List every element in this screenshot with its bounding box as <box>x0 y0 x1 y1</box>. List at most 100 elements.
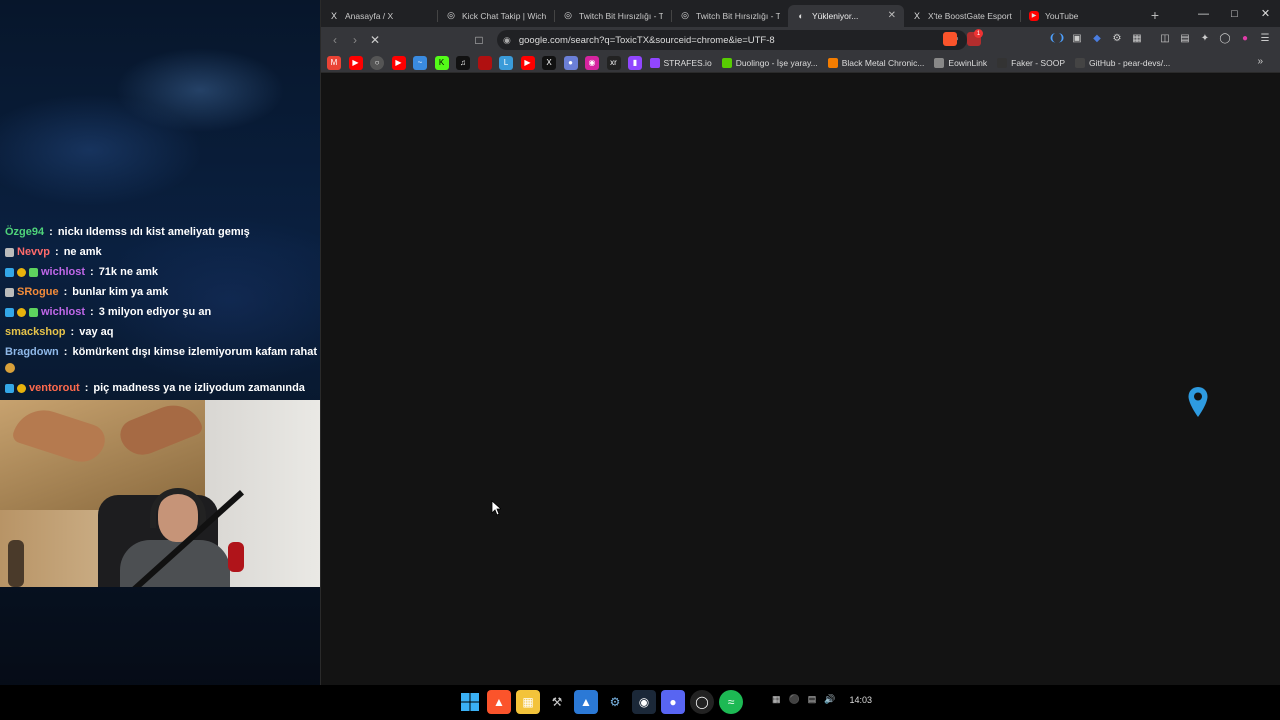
blue-badge-icon <box>5 383 14 393</box>
obs-icon[interactable]: ◯ <box>690 690 714 714</box>
chat-text: ne amk <box>63 246 102 258</box>
xr-bookmark-icon[interactable]: xr <box>606 55 621 70</box>
tab-2[interactable]: ◎ Kick Chat Takip | Wich <box>438 5 554 27</box>
vpn-icon[interactable]: ◯ <box>1217 30 1233 46</box>
bookmark-favicon-icon <box>649 57 660 68</box>
instagram-bookmark-icon[interactable]: ◉ <box>585 55 599 70</box>
photos-icon[interactable]: ▲ <box>574 690 598 714</box>
chat-text: vay aq <box>79 326 114 338</box>
bookmark-label: Faker - SOOP <box>1011 57 1065 68</box>
twitch-bookmark-icon[interactable]: ▮ <box>628 55 642 70</box>
more-bookmarks-icon[interactable]: » <box>1257 56 1263 67</box>
bookmark-icon[interactable]: □ <box>469 30 489 50</box>
bookmark-label: GitHub - pear-devs/... <box>1089 57 1171 68</box>
tab-5[interactable]: ◐ Yükleniyor... ✕ <box>788 4 904 27</box>
discord-icon[interactable]: ● <box>661 690 685 714</box>
profile-icon[interactable]: ● <box>1237 30 1253 46</box>
youtube-icon: ▶ <box>1029 10 1039 21</box>
tiktok-bookmark-icon[interactable]: ♫ <box>456 55 470 70</box>
toolbar: ‹ › ✕ □ ◉ google.com/search?q=ToxicTX&so… <box>321 27 1280 53</box>
network-icon[interactable]: ▤ <box>808 694 817 705</box>
bookmark-item[interactable]: STRAFES.io <box>649 57 712 68</box>
back-button[interactable]: ‹ <box>325 30 345 50</box>
tab-6[interactable]: X X'te BoostGate Esports <box>904 5 1020 27</box>
grid-badge-icon <box>29 307 38 317</box>
chat-message: Özge94: nickı ıldemss ıdı kist ameliyatı … <box>0 222 320 242</box>
webcam-feed <box>0 400 333 587</box>
new-tab-button[interactable]: + <box>1145 5 1165 25</box>
tools-icon[interactable]: ⚒ <box>545 690 569 714</box>
volume-icon[interactable]: 🔊 <box>824 694 835 705</box>
tab-title: Twitch Bit Hırsızlığı - Ta <box>579 10 663 21</box>
forward-button[interactable]: › <box>345 30 365 50</box>
tab-title: Anasayfa / X <box>345 10 394 21</box>
grid-extension-icon[interactable]: ▦ <box>1129 30 1145 46</box>
chat-message: Bragdown: kömürkent dışı kimse izlemiyoru… <box>0 342 320 362</box>
bookmark-item[interactable]: Black Metal Chronic... <box>827 57 925 68</box>
sidebar-icon[interactable]: ◫ <box>1157 30 1173 46</box>
address-bar[interactable]: ◉ google.com/search?q=ToxicTX&sourceid=c… <box>497 30 967 50</box>
minimize-button[interactable]: — <box>1188 0 1219 27</box>
chat-separator: : <box>90 306 94 318</box>
bookmarks-bar: M ▶ ○ ▶ ~ K ♫ L ▶ X ● ◉ xr ▮ STRAFES.io D… <box>321 53 1280 73</box>
chat-text: piç madness ya ne izliyodum zamanında <box>93 382 305 394</box>
close-window-button[interactable]: ✕ <box>1250 0 1280 27</box>
spotify-icon[interactable]: ≈ <box>719 690 743 714</box>
site-info-icon[interactable]: ◉ <box>503 35 511 46</box>
letterboxd-bookmark-icon[interactable]: L <box>499 55 513 70</box>
bookmark-item[interactable]: GitHub - pear-devs/... <box>1075 57 1171 68</box>
chat-emote-icon <box>0 362 320 378</box>
bookmark-item[interactable]: Duolingo - İşe yaray... <box>721 57 818 68</box>
tray-overflow-icon[interactable]: ▦ <box>772 694 781 705</box>
settings-app-icon[interactable]: ⚙ <box>603 690 627 714</box>
discord-bookmark-icon[interactable]: ● <box>563 55 578 70</box>
sound-wave-icon[interactable]: ❨❩ <box>1049 30 1066 46</box>
chat-username: wichlost <box>41 306 86 318</box>
tab-3[interactable]: ◎ Twitch Bit Hırsızlığı - Ta <box>555 5 671 27</box>
bookmark-item[interactable]: Faker - SOOP <box>997 57 1065 68</box>
tab-title: YouTube <box>1045 10 1079 21</box>
leo-ai-icon[interactable]: ✦ <box>1197 30 1213 46</box>
close-tab-icon[interactable]: ✕ <box>888 10 896 21</box>
window-controls: — □ ✕ <box>1188 0 1280 27</box>
clock[interactable]: 14:03 <box>849 695 872 705</box>
youtube-bookmark-icon-3[interactable]: ▶ <box>520 55 535 70</box>
red-bookmark-icon[interactable] <box>477 55 492 70</box>
stop-loading-button[interactable]: ✕ <box>365 30 385 50</box>
bookmark-favicon-icon <box>997 57 1008 68</box>
shield-extension-icon[interactable]: ◆ <box>1089 30 1105 46</box>
bookmark-item[interactable]: EowinLink <box>934 57 987 68</box>
chat-text: 3 milyon ediyor şu an <box>98 306 212 318</box>
gray-badge-icon <box>5 287 14 297</box>
steam-icon[interactable]: ◉ <box>632 690 656 714</box>
tab-4[interactable]: ◎ Twitch Bit Hırsızlığı - Ta <box>672 5 788 27</box>
chat-username: SRogue <box>17 286 59 298</box>
brave-taskbar-icon[interactable]: ▲ <box>487 690 511 714</box>
globe-icon: ◎ <box>564 10 572 20</box>
x-icon: X <box>330 10 337 21</box>
chat-username: smackshop <box>5 326 66 338</box>
chrome-bookmark-icon[interactable]: ○ <box>370 55 384 70</box>
menu-icon[interactable]: ☰ <box>1257 30 1273 46</box>
start-menu-icon[interactable] <box>458 690 482 714</box>
bookmark-label: Black Metal Chronic... <box>841 57 925 68</box>
kick-bookmark-icon[interactable]: K <box>434 55 449 70</box>
brave-shields-icon[interactable] <box>943 32 957 46</box>
chat-separator: : <box>63 286 68 298</box>
gmail-bookmark-icon[interactable]: M <box>327 55 341 70</box>
page-viewport[interactable] <box>321 74 1280 685</box>
wallet-icon[interactable]: ▤ <box>1177 30 1193 46</box>
file-explorer-icon[interactable]: ▦ <box>516 690 540 714</box>
tab-1[interactable]: X Anasayfa / X <box>321 5 437 27</box>
x-bookmark-icon[interactable]: X <box>542 55 556 70</box>
chat-username: ventorout <box>29 382 80 394</box>
microphone-icon[interactable]: ⚫ <box>789 694 800 705</box>
maximize-button[interactable]: □ <box>1219 0 1250 27</box>
wave-bookmark-icon[interactable]: ~ <box>413 55 427 70</box>
screenshot-icon[interactable]: ▣ <box>1069 30 1085 46</box>
tab-7[interactable]: ▶ YouTube <box>1021 5 1137 27</box>
youtube-bookmark-icon-2[interactable]: ▶ <box>391 55 406 70</box>
youtube-bookmark-icon[interactable]: ▶ <box>348 55 363 70</box>
puzzle-icon[interactable]: ⚙ <box>1109 30 1125 46</box>
gold-badge-icon <box>17 267 26 277</box>
